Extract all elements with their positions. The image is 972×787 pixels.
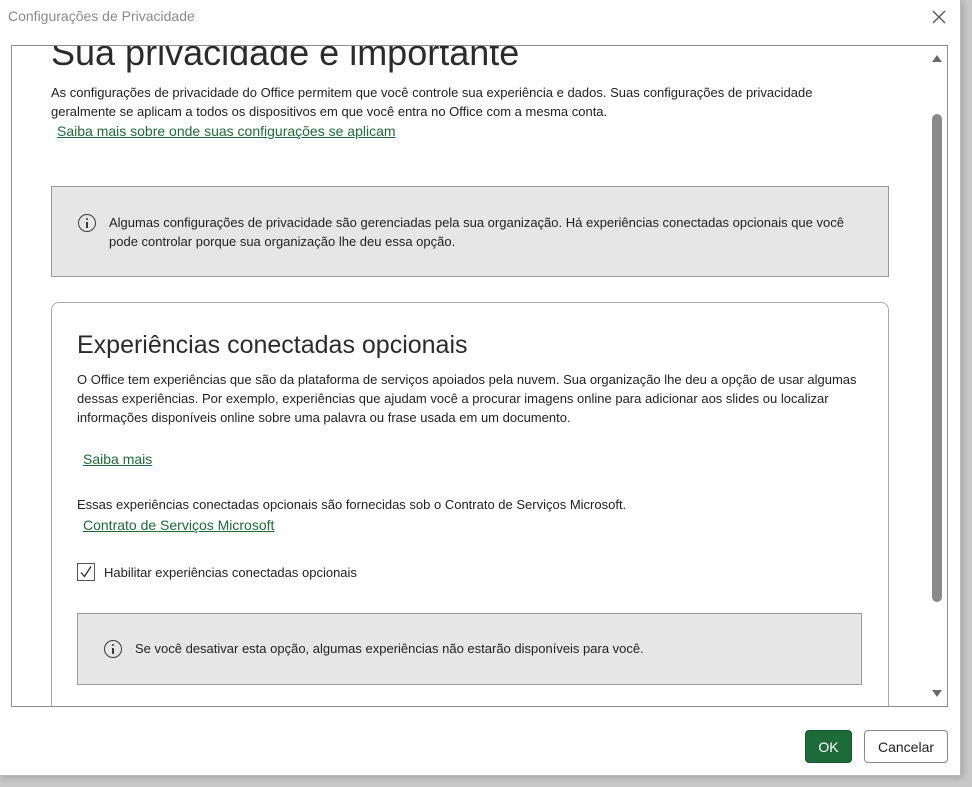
- enable-optional-experiences-checkbox[interactable]: [77, 563, 95, 581]
- org-managed-notice: Algumas configurações de privacidade são…: [51, 186, 889, 277]
- ok-button[interactable]: OK: [805, 730, 852, 763]
- close-icon: [932, 10, 946, 24]
- enable-optional-experiences-label: Habilitar experiências conectadas opcion…: [104, 564, 357, 580]
- scrollbar-thumb[interactable]: [932, 114, 942, 602]
- optional-experiences-description: O Office tem experiências que são da pla…: [77, 372, 857, 425]
- org-notice-text: Algumas configurações de privacidade são…: [109, 215, 844, 249]
- checkmark-icon: [80, 566, 92, 578]
- info-icon: [104, 640, 122, 658]
- page-heading: Sua privacidade é importante: [51, 46, 520, 73]
- vertical-scrollbar[interactable]: [927, 46, 947, 706]
- scroll-content: Sua privacidade é importante As configur…: [12, 46, 927, 706]
- disable-warning-notice: Se você desativar esta opção, algumas ex…: [77, 613, 862, 685]
- cancel-button[interactable]: Cancelar: [864, 730, 948, 763]
- optional-experiences-title: Experiências conectadas opcionais: [77, 331, 468, 359]
- close-button[interactable]: [926, 4, 952, 30]
- window-title: Configurações de Privacidade: [8, 8, 195, 24]
- scroll-down-arrow-icon[interactable]: [932, 690, 942, 697]
- disable-warning-text: Se você desativar esta opção, algumas ex…: [135, 641, 644, 656]
- title-bar: Configurações de Privacidade: [0, 0, 960, 34]
- content-pane: Sua privacidade é importante As configur…: [11, 45, 948, 707]
- optional-experiences-card: Experiências conectadas opcionais O Offi…: [51, 302, 889, 706]
- services-agreement-text: Essas experiências conectadas opcionais …: [77, 497, 627, 512]
- info-icon: [78, 214, 96, 232]
- where-settings-apply-link[interactable]: Saiba mais sobre onde suas configurações…: [57, 123, 396, 139]
- scroll-up-arrow-icon[interactable]: [932, 55, 942, 62]
- enable-optional-experiences-row[interactable]: Habilitar experiências conectadas opcion…: [77, 561, 357, 583]
- intro-text: As configurações de privacidade do Offic…: [51, 85, 813, 119]
- services-agreement-link[interactable]: Contrato de Serviços Microsoft: [83, 517, 274, 533]
- learn-more-link[interactable]: Saiba mais: [83, 451, 152, 467]
- privacy-settings-dialog: Configurações de Privacidade Sua privaci…: [0, 0, 961, 776]
